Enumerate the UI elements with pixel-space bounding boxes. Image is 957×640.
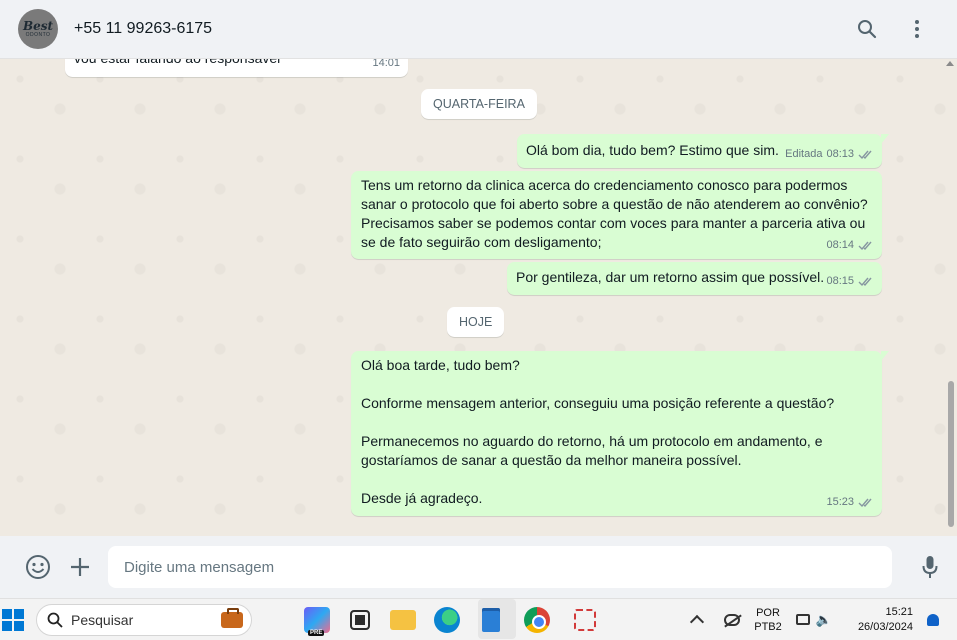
menu-dots-icon[interactable]	[903, 15, 931, 43]
avatar-logo-subtext: ODONTO	[25, 31, 51, 38]
volume-icon[interactable]: 🔈	[816, 612, 832, 628]
network-icon[interactable]	[795, 614, 810, 625]
edge-browser-icon[interactable]	[434, 606, 460, 633]
scrollbar[interactable]	[946, 59, 955, 536]
message-bubble-outgoing[interactable]: Olá bom dia, tudo bem? Estimo que sim. E…	[517, 134, 889, 168]
file-explorer-icon[interactable]	[390, 609, 416, 630]
os-taskbar: Pesquisar PRE POR PTB2 🔈 15:21 26/03/202…	[0, 598, 957, 640]
read-ticks-icon	[858, 241, 872, 251]
input-language-code: POR	[756, 606, 780, 619]
search-icon[interactable]	[853, 15, 881, 43]
message-time: 08:14	[826, 239, 854, 251]
message-meta: Editada 08:13	[785, 145, 874, 164]
notifications-bell-icon[interactable]	[927, 613, 939, 626]
briefcase-icon	[221, 607, 243, 628]
header-actions	[853, 15, 931, 43]
show-hidden-icons-chevron-icon[interactable]	[690, 614, 705, 630]
message-list[interactable]: vou estar falando ao responsavel 14:01 Q…	[0, 59, 957, 536]
message-time: 15:23	[826, 496, 854, 508]
read-ticks-icon	[858, 498, 872, 508]
scrollbar-thumb[interactable]	[948, 381, 954, 527]
clock[interactable]: 15:21 26/03/2024	[858, 605, 913, 635]
message-text: Olá boa tarde, tudo bem? Conforme mensag…	[361, 357, 835, 506]
clock-time: 15:21	[885, 605, 913, 618]
message-input[interactable]	[108, 546, 892, 588]
message-meta: 08:15	[826, 272, 874, 291]
message-edited-label: Editada	[785, 148, 823, 160]
taskbar-search-label: Pesquisar	[71, 611, 134, 628]
message-text: Olá bom dia, tudo bem? Estimo que sim.	[526, 142, 779, 158]
search-icon	[47, 612, 63, 628]
message-bubble-outgoing[interactable]: Por gentileza, dar um retorno assim que …	[507, 262, 882, 295]
scroll-up-arrow-icon[interactable]	[946, 61, 954, 66]
message-text: Tens um retorno da clinica acerca do cre…	[361, 177, 868, 250]
read-ticks-icon	[858, 277, 872, 287]
message-meta: 14:01	[372, 59, 400, 73]
message-composer	[0, 536, 957, 598]
copilot-icon[interactable]: PRE	[304, 606, 330, 636]
input-language[interactable]: POR PTB2	[754, 606, 782, 634]
message-time: 14:01	[372, 59, 400, 69]
message-text: Por gentileza, dar um retorno assim que …	[516, 269, 825, 285]
system-tray: POR PTB2 🔈 15:21 26/03/2024	[690, 600, 957, 640]
date-separator: HOJE	[447, 307, 505, 337]
chat-header: Best ODONTO +55 11 99263-6175	[0, 0, 957, 59]
microphone-icon[interactable]	[916, 553, 944, 581]
message-bubble-incoming[interactable]: vou estar falando ao responsavel 14:01	[65, 59, 408, 77]
copilot-badge: PRE	[308, 629, 325, 636]
message-bubble-outgoing[interactable]: Olá boa tarde, tudo bem? Conforme mensag…	[351, 351, 889, 516]
message-meta: 15:23	[826, 493, 874, 512]
taskbar-search[interactable]: Pesquisar	[36, 603, 252, 636]
task-view-icon[interactable]	[350, 609, 370, 630]
message-meta: 08:14	[826, 236, 874, 255]
read-ticks-icon	[858, 150, 872, 160]
bubble-tail	[881, 134, 889, 144]
avatar[interactable]: Best ODONTO	[18, 9, 58, 49]
notepad-icon[interactable]	[482, 607, 500, 632]
windows-start-icon[interactable]	[2, 608, 24, 631]
message-time: 08:15	[826, 275, 854, 287]
contact-name[interactable]: +55 11 99263-6175	[74, 20, 212, 38]
clock-date: 26/03/2024	[857, 620, 913, 633]
avatar-logo-text: Best	[22, 18, 54, 33]
input-language-layout: PTB2	[754, 620, 782, 633]
snipping-tool-icon[interactable]	[574, 608, 596, 631]
message-time: 08:13	[826, 148, 854, 160]
message-bubble-outgoing[interactable]: Tens um retorno da clinica acerca do cre…	[351, 171, 882, 259]
attach-plus-icon[interactable]	[66, 553, 94, 581]
bubble-tail	[881, 351, 889, 361]
date-separator: QUARTA-FEIRA	[421, 89, 537, 119]
chrome-browser-icon[interactable]	[524, 606, 550, 633]
message-text: vou estar falando ao responsavel	[74, 59, 280, 68]
onedrive-offline-icon[interactable]	[724, 613, 741, 626]
emoji-icon[interactable]	[24, 553, 52, 581]
